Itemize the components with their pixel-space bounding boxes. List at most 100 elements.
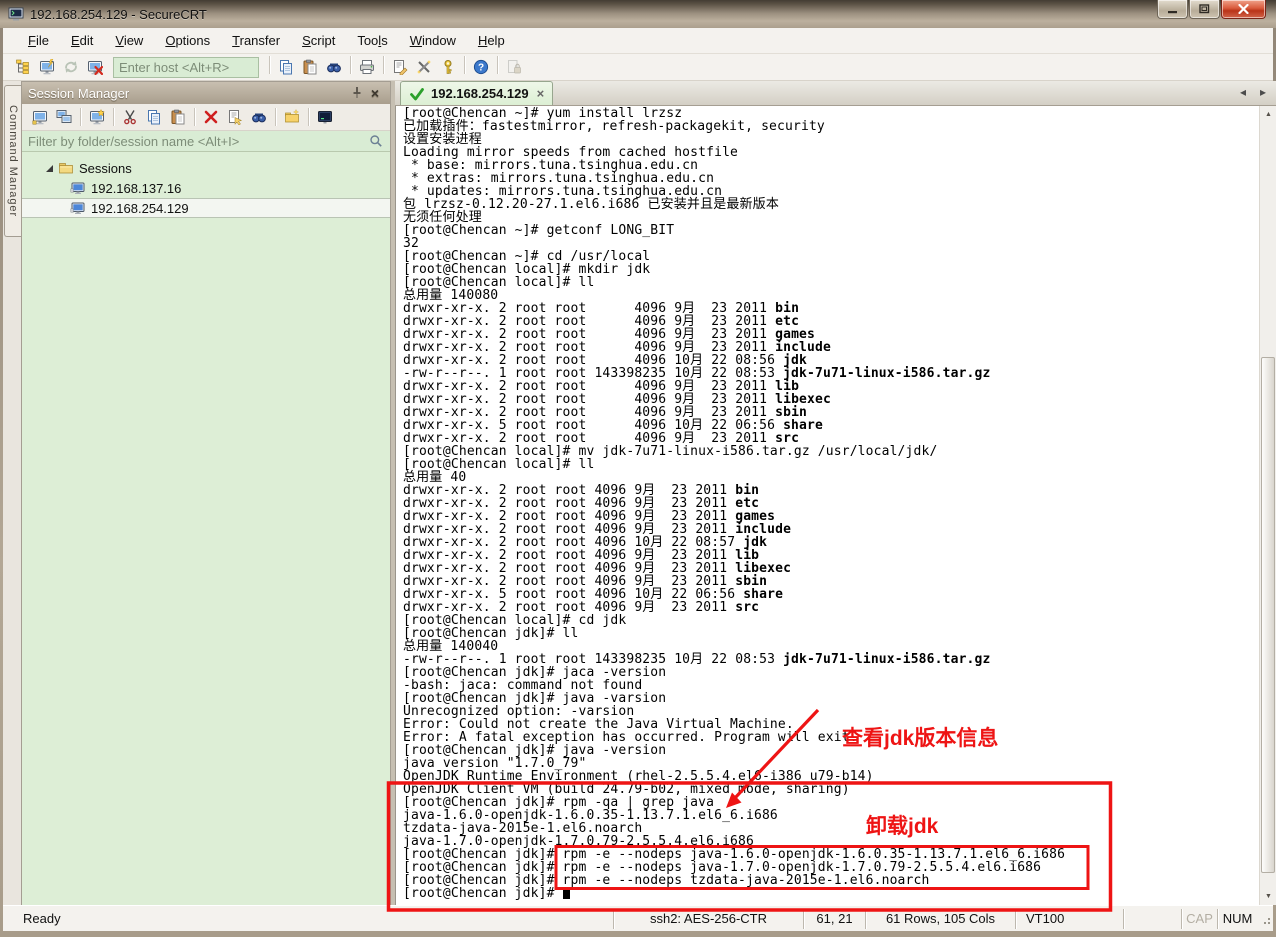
session-icon (70, 180, 86, 196)
session-options-icon[interactable] (388, 56, 412, 78)
toolbar-separator (350, 56, 351, 74)
close-panel-icon[interactable]: × (366, 85, 384, 101)
tab-bar: 192.168.254.129 × ◂ ▸ (395, 81, 1276, 106)
menu-transfer[interactable]: Transfer (221, 30, 291, 51)
properties-icon[interactable] (223, 106, 247, 128)
global-options-icon[interactable] (412, 56, 436, 78)
main-toolbar-left (11, 56, 107, 78)
reconnect-icon (59, 56, 83, 78)
menu-view[interactable]: View (104, 30, 154, 51)
status-cipher: ssh2: AES-256-CTR (613, 908, 803, 929)
session-tab[interactable]: 192.168.254.129 × (400, 81, 554, 105)
menu-script[interactable]: Script (291, 30, 346, 51)
close-button[interactable] (1221, 0, 1266, 19)
toolbar-separator (275, 108, 276, 126)
terminal-line: [root@Chencan jdk]# ll (403, 626, 579, 641)
wizard-icon[interactable] (85, 106, 109, 128)
status-ready: Ready (23, 911, 61, 926)
sessions-root-row[interactable]: Sessions (22, 158, 390, 178)
terminal-line: 包 lrzsz-0.12.20-27.1.el6.i686 已安装并且是最新版本 (403, 197, 779, 212)
scroll-down-icon[interactable]: ▼ (1260, 888, 1276, 905)
command-manager-tab[interactable]: Command Manager (4, 85, 21, 237)
help-icon[interactable] (469, 56, 493, 78)
menu-help[interactable]: Help (467, 30, 516, 51)
session-icon (70, 200, 86, 216)
connected-check-icon (409, 86, 425, 102)
terminal-viewport[interactable]: [root@Chencan ~]# yum install lrzsz 已加载插件… (395, 106, 1276, 905)
new-folder-icon[interactable] (280, 106, 304, 128)
terminal-line: [root@Chencan jdk]# (403, 887, 1259, 900)
terminal-output: [root@Chencan ~]# yum install lrzsz 已加载插件… (396, 106, 1259, 905)
session-manager-panel: Session Manager × Sessions 192.168.137.1… (21, 81, 391, 905)
status-emulation: VT100 (1015, 908, 1123, 929)
find-icon[interactable] (247, 106, 271, 128)
status-terminal-size: 61 Rows, 105 Cols (865, 908, 1015, 929)
menu-bar: File Edit View Options Transfer Script Tools Wi… (3, 28, 1273, 54)
copy-icon[interactable] (142, 106, 166, 128)
pin-icon[interactable] (348, 85, 366, 101)
expander-icon[interactable] (44, 163, 54, 173)
keygen-icon[interactable] (436, 56, 460, 78)
paste-icon[interactable] (298, 56, 322, 78)
session-item[interactable]: 192.168.137.16 (22, 178, 390, 198)
delete-icon[interactable] (199, 106, 223, 128)
filter-row (22, 131, 390, 152)
session-manager-icon[interactable] (11, 56, 35, 78)
toolbar-separator (464, 56, 465, 74)
menu-options[interactable]: Options (154, 30, 221, 51)
sessions-root-label: Sessions (79, 160, 132, 176)
tabbed-connect-icon[interactable] (52, 106, 76, 128)
menu-tools[interactable]: Tools (346, 30, 398, 51)
session-tab-label: 192.168.254.129 (431, 86, 529, 101)
status-num-indicator: NUM (1217, 908, 1257, 929)
menu-file[interactable]: File (17, 30, 60, 51)
side-tab-strip: Command Manager (3, 81, 21, 905)
toolbar-separator (80, 108, 81, 126)
folder-icon (58, 160, 74, 176)
session-manager-header: Session Manager × (22, 82, 390, 104)
toolbar-separator (308, 108, 309, 126)
terminal-scrollbar[interactable]: ▲ ▼ (1259, 106, 1276, 905)
main-toolbar-right (265, 56, 526, 78)
status-caps-indicator: CAP (1181, 908, 1217, 929)
window-title: 192.168.254.129 - SecureCRT (30, 6, 207, 22)
status-cursor-position: 61, 21 (803, 908, 865, 929)
resize-grip[interactable] (1257, 911, 1273, 927)
terminal-cursor (562, 887, 571, 899)
trace-icon[interactable] (313, 106, 337, 128)
tab-scroll-left-icon[interactable]: ◂ (1240, 85, 1246, 99)
terminal-line: 已加载插件：fastestmirror, refresh-packagekit,… (403, 119, 825, 134)
main-toolbar (3, 54, 1273, 81)
connect-icon[interactable] (28, 106, 52, 128)
securecrt-window: 192.168.254.129 - SecureCRT File Edit View… (0, 0, 1276, 937)
tab-close-icon[interactable]: × (535, 86, 545, 101)
filter-input[interactable] (22, 131, 368, 151)
print-icon[interactable] (355, 56, 379, 78)
cut-icon[interactable] (118, 106, 142, 128)
toolbar-separator (113, 108, 114, 126)
scroll-up-icon[interactable]: ▲ (1260, 106, 1276, 123)
quick-connect-icon[interactable] (35, 56, 59, 78)
search-icon (368, 133, 384, 149)
title-bar[interactable]: 192.168.254.129 - SecureCRT (0, 0, 1276, 28)
sm-toolbar (22, 104, 390, 131)
toolbar-separator (194, 108, 195, 126)
scrollbar-thumb[interactable] (1261, 357, 1275, 873)
session-item[interactable]: 192.168.254.129 (22, 198, 390, 218)
status-bar: Ready ssh2: AES-256-CTR 61, 21 61 Rows, … (3, 905, 1273, 931)
paste-icon[interactable] (166, 106, 190, 128)
menu-window[interactable]: Window (399, 30, 467, 51)
session-manager-title: Session Manager (28, 85, 130, 101)
terminal-line: [root@Chencan local]# ll (403, 457, 595, 472)
tab-scroll-right-icon[interactable]: ▸ (1260, 85, 1266, 99)
session-list: 192.168.137.16 192.168.254.129 (22, 178, 390, 218)
toolbar-separator (269, 56, 270, 74)
disconnect-icon[interactable] (83, 56, 107, 78)
minimize-button[interactable] (1157, 0, 1188, 19)
menu-edit[interactable]: Edit (60, 30, 104, 51)
copy-icon[interactable] (274, 56, 298, 78)
terminal-line: [root@Chencan ~]# getconf LONG_BIT (403, 223, 675, 238)
restore-button[interactable] (1189, 0, 1220, 19)
enter-host-input[interactable] (113, 56, 259, 78)
find-icon[interactable] (322, 56, 346, 78)
